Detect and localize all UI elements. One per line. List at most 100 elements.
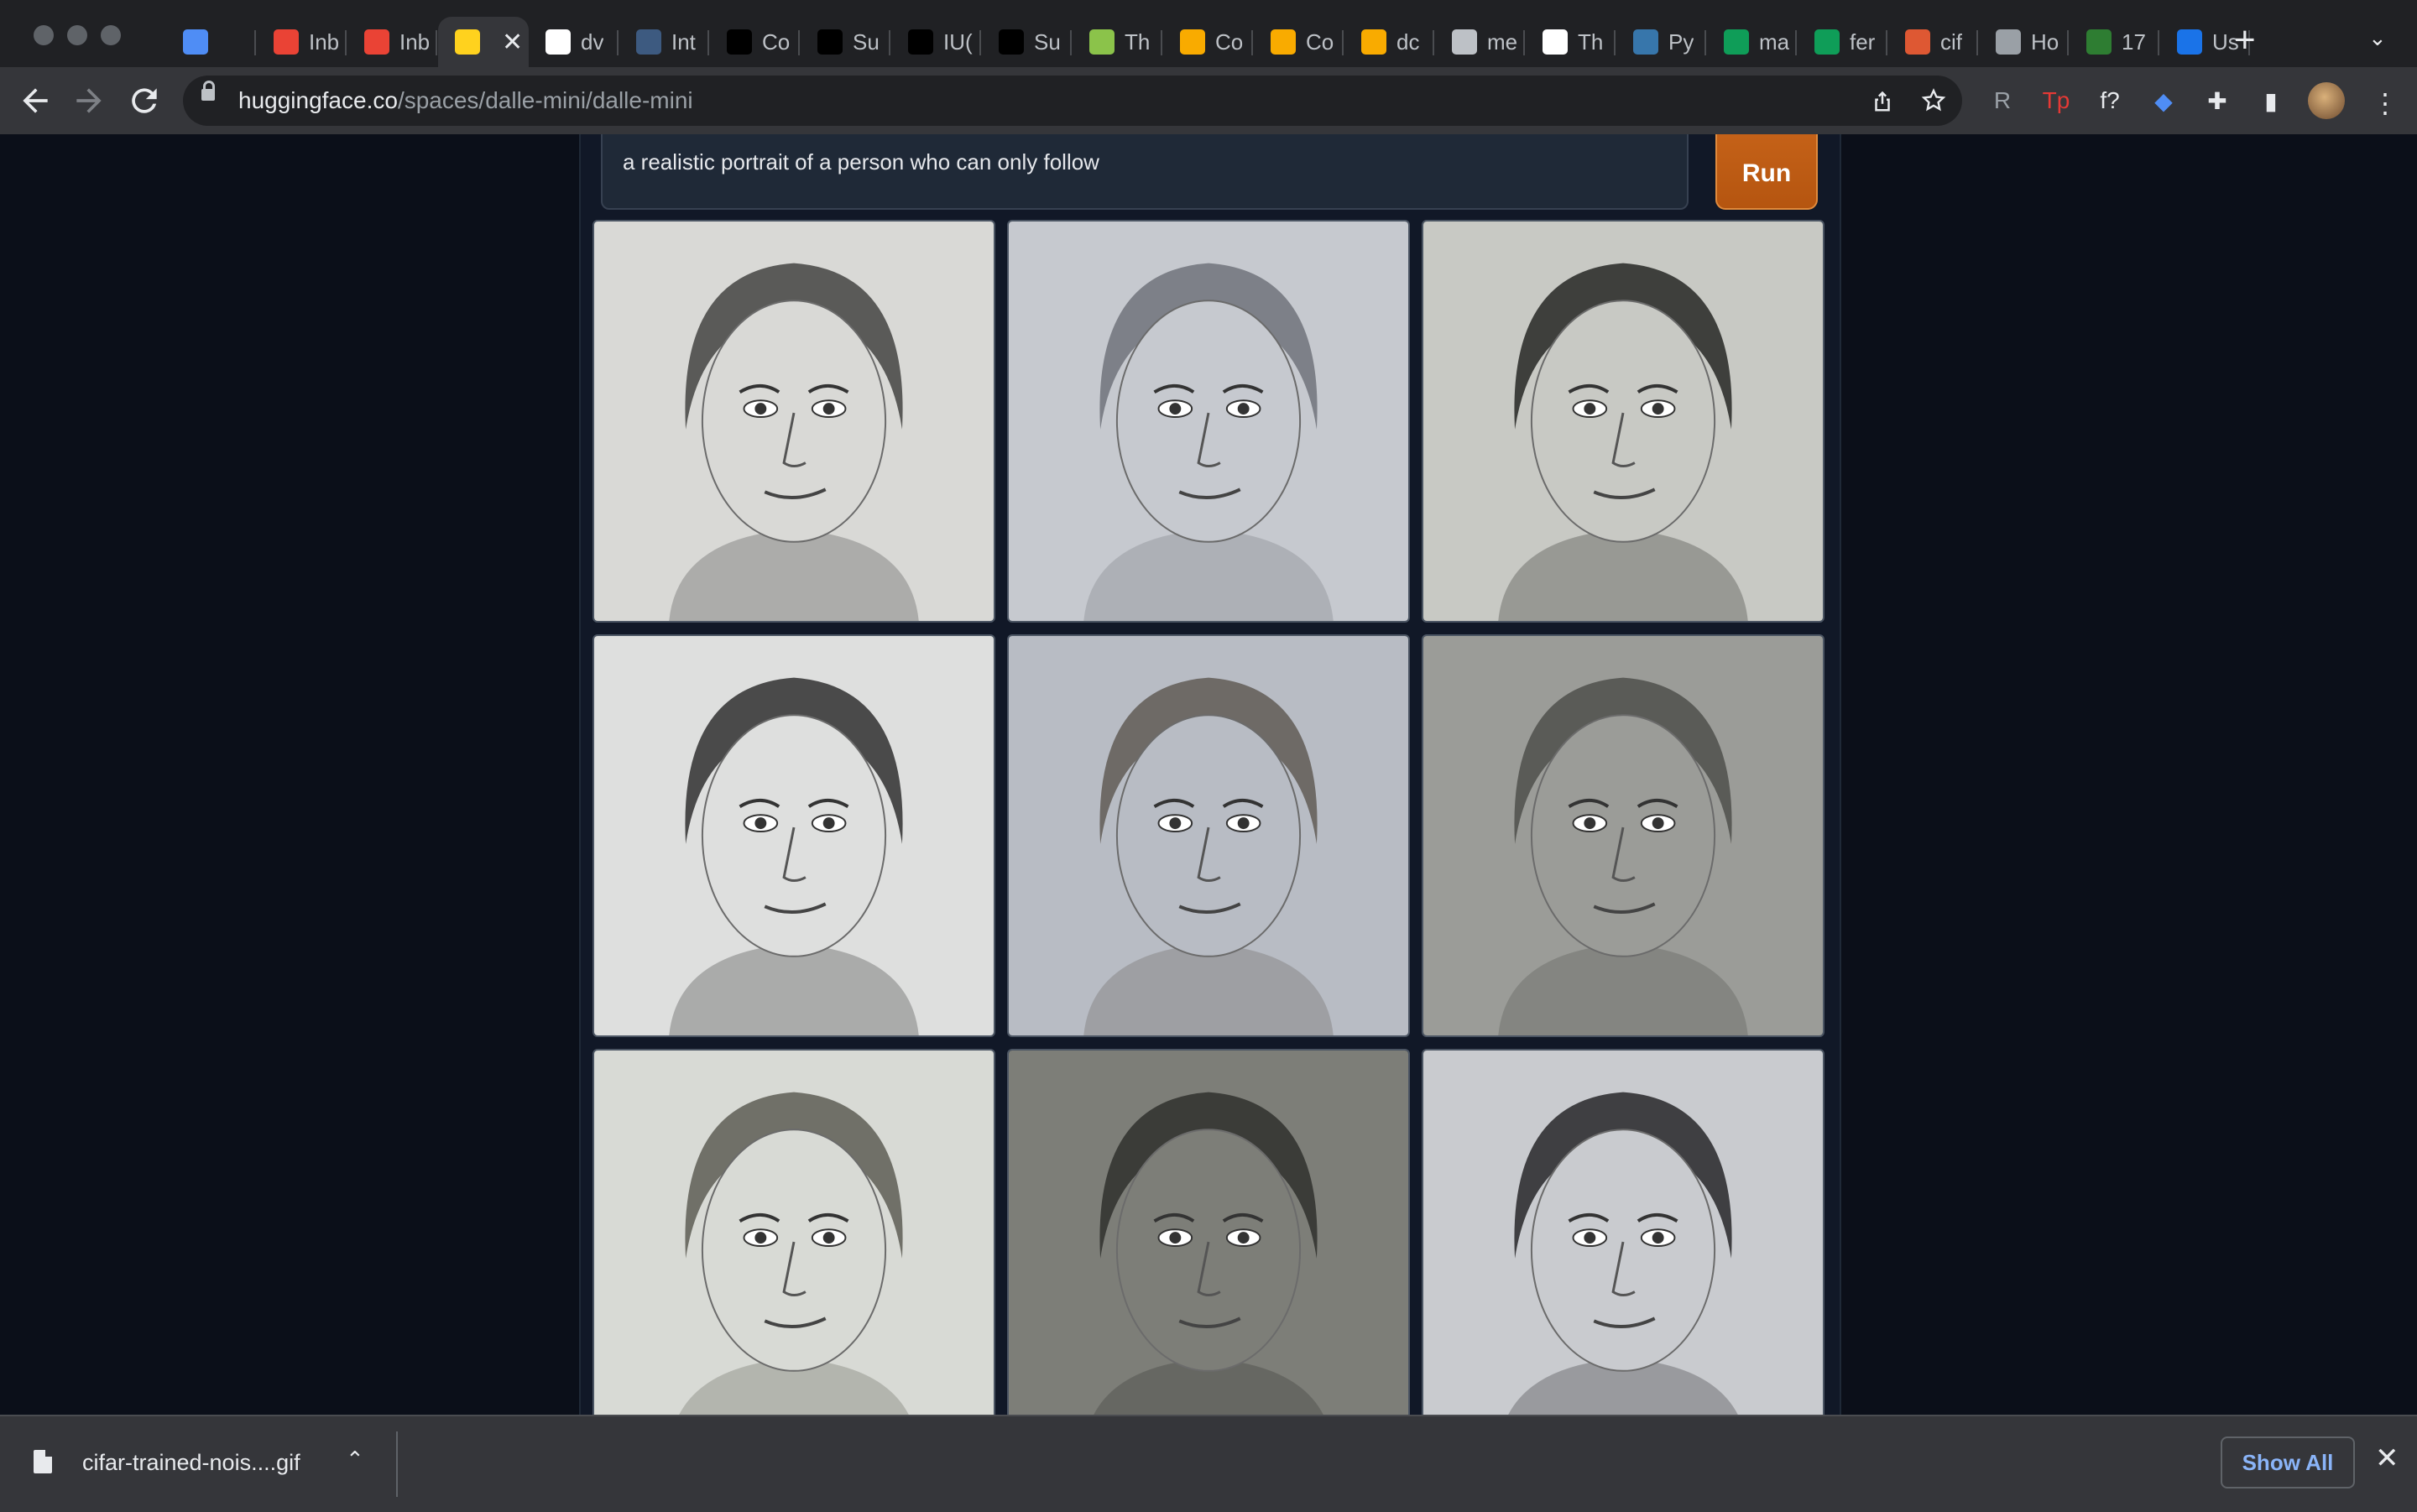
tab-10[interactable]: Su [982, 17, 1072, 67]
tab-separator [1161, 30, 1162, 55]
tab-separator [1433, 30, 1434, 55]
chevron-up-icon[interactable]: ⌃ [346, 1447, 364, 1473]
tab-5[interactable]: dv [529, 17, 619, 67]
portrait-3[interactable] [1422, 220, 1824, 623]
prompt-input[interactable]: a realistic portrait of a person who can… [601, 134, 1689, 210]
download-filename[interactable]: cifar-trained-nois....gif [82, 1450, 300, 1476]
tab-label: Int [671, 29, 696, 55]
new-tab-button[interactable]: + [2234, 22, 2256, 59]
zoom-window-button[interactable] [101, 25, 121, 45]
close-tab-icon[interactable]: ✕ [502, 28, 523, 57]
tab-label: ma [1759, 29, 1790, 55]
gem-icon[interactable]: ◆ [2147, 84, 2180, 117]
lock-icon[interactable] [201, 81, 215, 101]
document-icon [1996, 29, 2021, 55]
tab-separator [1886, 30, 1887, 55]
tab-22[interactable]: 17 [2070, 17, 2159, 67]
address-bar[interactable]: huggingface.co/spaces/dalle-mini/dalle-m… [183, 76, 1962, 126]
minimize-window-button[interactable] [67, 25, 87, 45]
tab-label: Su [853, 29, 880, 55]
tp-icon[interactable]: Tp [2039, 84, 2073, 117]
tab-16[interactable]: Th [1526, 17, 1616, 67]
tab-label: Inb [309, 29, 340, 55]
prompt-text[interactable]: a realistic portrait of a person who can… [623, 149, 1099, 175]
close-download-bar-icon[interactable]: ✕ [2375, 1442, 2399, 1475]
bookmark-star-icon[interactable] [1920, 87, 1947, 121]
tab-label: Inb [399, 29, 431, 55]
tab-20[interactable]: cif [1888, 17, 1978, 67]
tab-17[interactable]: Py [1616, 17, 1706, 67]
portrait-4[interactable] [593, 634, 995, 1037]
tab-separator [617, 30, 619, 55]
tab-9[interactable]: IU( [891, 17, 981, 67]
tab-12[interactable]: Co [1163, 17, 1253, 67]
portrait-8[interactable] [1007, 1049, 1410, 1415]
black-square-icon [727, 29, 752, 55]
tab-label: Co [762, 29, 791, 55]
tab-8[interactable]: Su [801, 17, 890, 67]
tab-2[interactable]: Inb [257, 17, 347, 67]
tab-separator [1251, 30, 1253, 55]
tab-search-button[interactable]: ⌄ [2368, 25, 2387, 51]
tab-separator [1704, 30, 1706, 55]
qr-icon [1543, 29, 1568, 55]
portrait-5[interactable] [1007, 634, 1410, 1037]
portrait-7[interactable] [593, 1049, 995, 1415]
tab-19[interactable]: fer [1798, 17, 1887, 67]
forward-arrow-icon [76, 88, 102, 113]
tab-4[interactable]: ✕ [438, 17, 529, 67]
colab-icon [1271, 29, 1296, 55]
tab-separator [254, 30, 256, 55]
portrait-6[interactable] [1422, 634, 1824, 1037]
tab-1[interactable] [166, 17, 256, 67]
tab-separator [1070, 30, 1072, 55]
portrait-2[interactable] [1007, 220, 1410, 623]
tab-11[interactable]: Th [1073, 17, 1162, 67]
drive-icon [1724, 29, 1749, 55]
browser-toolbar: huggingface.co/spaces/dalle-mini/dalle-m… [0, 67, 2417, 136]
tab-7[interactable]: Co [710, 17, 800, 67]
infinity-icon [1452, 29, 1477, 55]
forward-button[interactable] [70, 82, 107, 119]
puzzle-icon[interactable]: ✚ [2200, 84, 2234, 117]
back-button[interactable] [17, 82, 54, 119]
tab-label: fer [1850, 29, 1876, 55]
close-window-button[interactable] [34, 25, 54, 45]
tab-separator [1795, 30, 1797, 55]
browser-menu-icon[interactable]: ⋮ [2372, 87, 2399, 119]
github-icon [546, 29, 571, 55]
star-person-icon [2177, 29, 2202, 55]
url-path: /spaces/dalle-mini/dalle-mini [397, 87, 693, 113]
tab-separator [1342, 30, 1344, 55]
tab-label: Su [1034, 29, 1061, 55]
tab-label: me [1487, 29, 1518, 55]
tab-14[interactable]: dc [1344, 17, 1434, 67]
divider [396, 1431, 398, 1497]
show-all-button[interactable]: Show All [2221, 1436, 2355, 1489]
tab-3[interactable]: Inb [347, 17, 437, 67]
tab-label: Py [1668, 29, 1694, 55]
function-icon[interactable]: f? [2093, 84, 2127, 117]
portrait-1[interactable] [593, 220, 995, 623]
tab-separator [1523, 30, 1525, 55]
sidebar-icon[interactable]: ▮ [2254, 84, 2288, 117]
tab-21[interactable]: Ho [1979, 17, 2069, 67]
drive-icon [1814, 29, 1840, 55]
profile-avatar[interactable] [2308, 82, 2345, 119]
url-text[interactable]: huggingface.co/spaces/dalle-mini/dalle-m… [238, 87, 693, 114]
tab-label: IU( [943, 29, 973, 55]
tab-6[interactable]: Int [619, 17, 709, 67]
tab-label: cif [1940, 29, 1962, 55]
tab-15[interactable]: me [1435, 17, 1525, 67]
file-icon [34, 1450, 52, 1473]
portrait-9[interactable] [1422, 1049, 1824, 1415]
reload-button[interactable] [126, 82, 163, 119]
tab-18[interactable]: ma [1707, 17, 1797, 67]
python-icon [1633, 29, 1658, 55]
readwise-icon[interactable]: R [1986, 84, 2019, 117]
gem-icon [183, 29, 208, 55]
share-icon[interactable] [1870, 87, 1895, 121]
url-host: huggingface.co [238, 87, 398, 113]
run-button[interactable]: Run [1715, 134, 1818, 210]
tab-13[interactable]: Co [1254, 17, 1344, 67]
